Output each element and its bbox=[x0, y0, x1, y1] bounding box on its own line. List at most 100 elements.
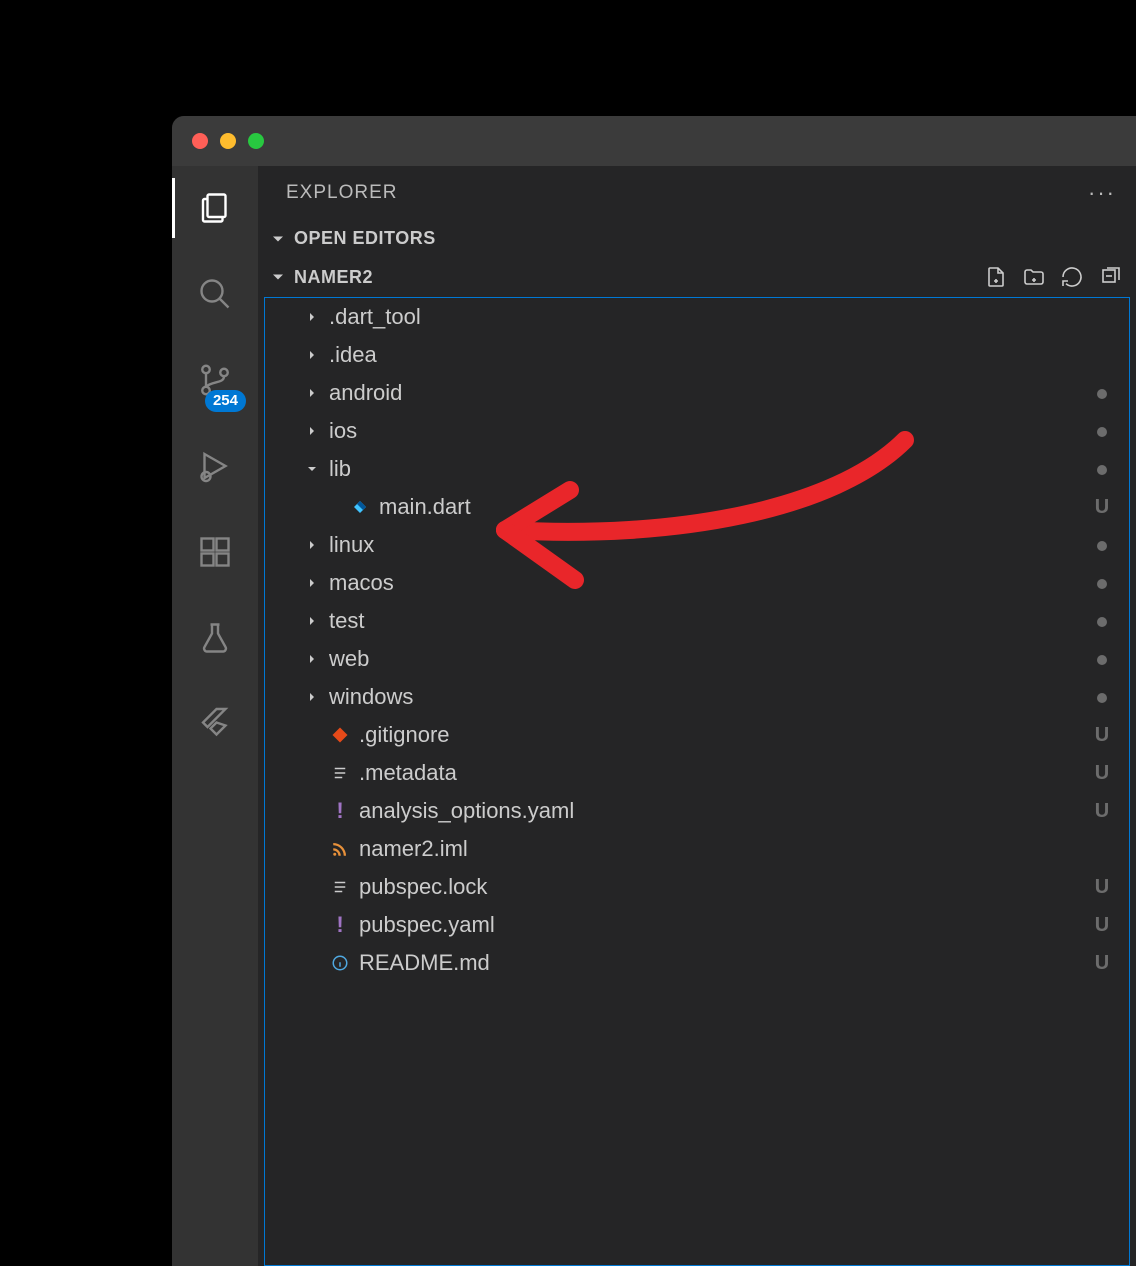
item-label: .dart_tool bbox=[329, 304, 1083, 330]
extensions-icon bbox=[197, 534, 233, 570]
item-label: namer2.iml bbox=[359, 836, 1083, 862]
folder-item[interactable]: web bbox=[265, 640, 1129, 678]
git-status-letter: U bbox=[1091, 952, 1113, 975]
open-editors-label: OPEN EDITORS bbox=[294, 228, 436, 249]
folder-item[interactable]: macos bbox=[265, 564, 1129, 602]
item-label: lib bbox=[329, 456, 1083, 482]
item-label: main.dart bbox=[379, 494, 1083, 520]
project-section[interactable]: NAMER2 bbox=[258, 257, 1136, 297]
item-label: analysis_options.yaml bbox=[359, 798, 1083, 824]
git-modified-dot bbox=[1091, 458, 1113, 481]
item-label: linux bbox=[329, 532, 1083, 558]
activity-extensions[interactable] bbox=[172, 528, 258, 576]
activity-flutter[interactable] bbox=[172, 700, 258, 748]
file-item[interactable]: ! pubspec.yaml U bbox=[265, 906, 1129, 944]
git-modified-dot bbox=[1091, 534, 1113, 557]
item-label: pubspec.lock bbox=[359, 874, 1083, 900]
git-modified-dot bbox=[1091, 686, 1113, 709]
git-status-letter: U bbox=[1091, 724, 1113, 747]
item-label: test bbox=[329, 608, 1083, 634]
activity-explorer[interactable] bbox=[172, 184, 258, 232]
activity-search[interactable] bbox=[172, 270, 258, 318]
git-status-letter: U bbox=[1091, 914, 1113, 937]
debug-icon bbox=[197, 448, 233, 484]
activity-bar: 254 bbox=[172, 166, 258, 1266]
new-folder-icon[interactable] bbox=[1022, 265, 1046, 289]
folder-item[interactable]: test bbox=[265, 602, 1129, 640]
chevron-right-icon bbox=[303, 385, 321, 401]
item-label: .gitignore bbox=[359, 722, 1083, 748]
folder-item[interactable]: lib bbox=[265, 450, 1129, 488]
titlebar[interactable] bbox=[172, 116, 1136, 166]
explorer-sidebar: EXPLORER ··· OPEN EDITORS NAMER2 bbox=[258, 166, 1136, 1266]
activity-run-debug[interactable] bbox=[172, 442, 258, 490]
folder-item[interactable]: linux bbox=[265, 526, 1129, 564]
file-item[interactable]: ! analysis_options.yaml U bbox=[265, 792, 1129, 830]
chevron-down-icon bbox=[268, 267, 288, 287]
chevron-right-icon bbox=[303, 651, 321, 667]
rss-icon bbox=[329, 840, 351, 858]
git-modified-dot bbox=[1091, 648, 1113, 671]
beaker-icon bbox=[197, 620, 233, 656]
folder-item[interactable]: windows bbox=[265, 678, 1129, 716]
item-label: android bbox=[329, 380, 1083, 406]
activity-source-control[interactable]: 254 bbox=[172, 356, 258, 404]
item-label: macos bbox=[329, 570, 1083, 596]
git-status-letter: U bbox=[1091, 800, 1113, 823]
chevron-right-icon bbox=[303, 613, 321, 629]
file-item[interactable]: main.dart U bbox=[265, 488, 1129, 526]
search-icon bbox=[197, 276, 233, 312]
git-icon bbox=[329, 726, 351, 744]
git-modified-dot bbox=[1091, 382, 1113, 405]
file-item[interactable]: .metadataU bbox=[265, 754, 1129, 792]
item-label: .idea bbox=[329, 342, 1083, 368]
chevron-right-icon bbox=[303, 347, 321, 363]
git-status-letter: U bbox=[1091, 876, 1113, 899]
minimize-window-button[interactable] bbox=[220, 133, 236, 149]
project-actions bbox=[984, 265, 1122, 289]
git-modified-dot bbox=[1091, 572, 1113, 595]
maximize-window-button[interactable] bbox=[248, 133, 264, 149]
item-label: .metadata bbox=[359, 760, 1083, 786]
activity-testing[interactable] bbox=[172, 614, 258, 662]
chevron-right-icon bbox=[303, 575, 321, 591]
new-file-icon[interactable] bbox=[984, 265, 1008, 289]
git-modified-dot bbox=[1091, 610, 1113, 633]
file-item[interactable]: pubspec.lock U bbox=[265, 868, 1129, 906]
folder-item[interactable]: ios bbox=[265, 412, 1129, 450]
open-editors-section[interactable]: OPEN EDITORS bbox=[258, 220, 1136, 257]
chevron-right-icon bbox=[303, 423, 321, 439]
close-window-button[interactable] bbox=[192, 133, 208, 149]
folder-item[interactable]: .dart_tool bbox=[265, 298, 1129, 336]
item-label: windows bbox=[329, 684, 1083, 710]
chevron-right-icon bbox=[303, 537, 321, 553]
chevron-right-icon bbox=[303, 309, 321, 325]
lines-icon bbox=[329, 878, 351, 896]
lines-icon bbox=[329, 764, 351, 782]
item-label: web bbox=[329, 646, 1083, 672]
item-label: README.md bbox=[359, 950, 1083, 976]
file-item[interactable]: README.md U bbox=[265, 944, 1129, 982]
project-name: NAMER2 bbox=[294, 267, 373, 288]
scm-badge: 254 bbox=[205, 390, 246, 412]
explorer-more-button[interactable]: ··· bbox=[1088, 180, 1116, 206]
git-status-letter: U bbox=[1091, 496, 1113, 519]
refresh-icon[interactable] bbox=[1060, 265, 1084, 289]
vscode-window: 254 bbox=[172, 116, 1136, 1266]
collapse-all-icon[interactable] bbox=[1098, 265, 1122, 289]
item-label: ios bbox=[329, 418, 1083, 444]
bang-icon: ! bbox=[329, 798, 351, 824]
dart-icon bbox=[349, 498, 371, 516]
chevron-right-icon bbox=[303, 689, 321, 705]
chevron-down-icon bbox=[268, 229, 288, 249]
bang-icon: ! bbox=[329, 912, 351, 938]
item-label: pubspec.yaml bbox=[359, 912, 1083, 938]
folder-item[interactable]: .idea bbox=[265, 336, 1129, 374]
files-icon bbox=[197, 190, 233, 226]
folder-item[interactable]: android bbox=[265, 374, 1129, 412]
explorer-title: EXPLORER bbox=[286, 182, 397, 204]
file-item[interactable]: .gitignore U bbox=[265, 716, 1129, 754]
git-modified-dot bbox=[1091, 420, 1113, 443]
explorer-header: EXPLORER ··· bbox=[258, 166, 1136, 220]
file-item[interactable]: namer2.iml bbox=[265, 830, 1129, 868]
